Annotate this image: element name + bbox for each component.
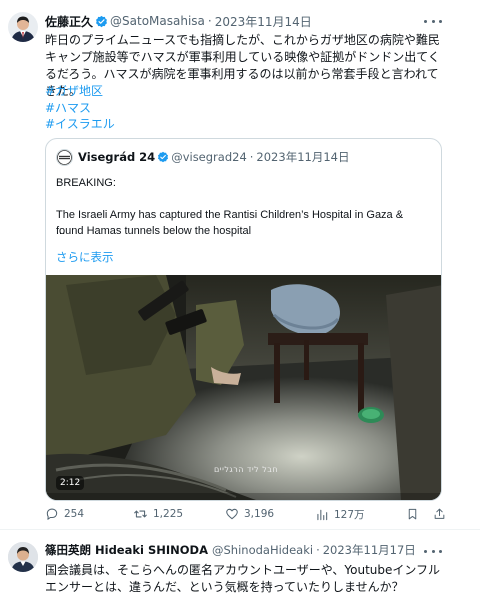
retweet-button[interactable]: 1,225 (133, 507, 183, 521)
retweet-icon (134, 510, 147, 518)
heart-icon (226, 508, 238, 520)
verified-badge-icon (95, 15, 108, 28)
quoted-author-avatar (56, 148, 73, 166)
quoted-tweet[interactable]: Visegrád 24 @visegrad24 · 2023年11月14日 BR… (45, 138, 442, 501)
bookmark-icon (408, 508, 417, 520)
action-bar: 254 1,225 3,196 127万 (45, 507, 445, 525)
quoted-tweet-text: BREAKING: The Israeli Army has captured … (56, 175, 431, 255)
like-count: 3,196 (244, 508, 275, 520)
video-player[interactable]: חבל ליד הרגליים 2:12 (46, 275, 441, 500)
reply-author-name[interactable]: 篠田英朗 Hideaki SHINODA (45, 542, 208, 558)
tweet-header: 佐藤正久 @SatoMasahisa · 2023年11月14日 (45, 12, 312, 30)
reply-tweet-header: 篠田英朗 Hideaki SHINODA @ShinodaHideaki · 2… (45, 542, 416, 558)
tweet-date[interactable]: 2023年11月14日 (215, 13, 312, 30)
quoted-breaking-label: BREAKING: (56, 177, 116, 189)
quoted-ellipsis-wrapper: ... (56, 223, 431, 239)
reply-icon (46, 508, 58, 520)
hashtag-list: #ガザ地区 #ハマス #イスラエル (45, 83, 115, 133)
quoted-author-name: Visegrád 24 (78, 150, 156, 164)
views-chart-icon (317, 509, 328, 520)
tweet: 佐藤正久 @SatoMasahisa · 2023年11月14日 昨日のプライム… (0, 0, 480, 530)
quoted-header-separator: · (249, 150, 254, 164)
reply-tweet: 篠田英朗 Hideaki SHINODA @ShinodaHideaki · 2… (0, 531, 480, 600)
author-avatar[interactable] (8, 12, 38, 42)
reply-more-options-icon[interactable] (424, 544, 442, 558)
quoted-author-handle: @visegrad24 (171, 150, 247, 164)
view-count: 127万 (334, 509, 365, 521)
quoted-verified-badge-icon (157, 151, 169, 163)
reply-tweet-text: 国会議員は、そこらへんの匿名アカウントユーザーや、Youtubeインフルエンサー… (45, 563, 441, 594)
quoted-tweet-date: 2023年11月14日 (256, 150, 350, 164)
video-duration-badge: 2:12 (56, 476, 85, 490)
quoted-tweet-header: Visegrád 24 @visegrad24 · 2023年11月14日 (56, 148, 350, 166)
retweet-count: 1,225 (153, 508, 184, 520)
show-more-link[interactable]: さらに表示 (56, 249, 114, 265)
author-handle[interactable]: @SatoMasahisa (110, 14, 205, 28)
reply-tweet-date[interactable]: 2023年11月17日 (323, 542, 416, 558)
hashtag-hamas[interactable]: #ハマス (45, 100, 115, 117)
reply-header-separator: · (316, 543, 320, 557)
reply-count: 254 (64, 508, 85, 520)
reply-author-avatar[interactable] (8, 542, 38, 572)
views-button[interactable]: 127万 (315, 507, 365, 522)
share-icon (434, 508, 445, 519)
bookmark-button[interactable] (406, 507, 424, 521)
video-caption: חבל ליד הרגליים (214, 465, 279, 474)
author-name[interactable]: 佐藤正久 (45, 13, 93, 30)
reply-author-handle[interactable]: @ShinodaHideaki (212, 543, 313, 557)
header-separator: · (207, 14, 212, 28)
hashtag-gaza[interactable]: #ガザ地区 (45, 83, 115, 100)
share-button[interactable] (433, 507, 451, 521)
more-options-icon[interactable] (424, 14, 442, 28)
quoted-ellipsis: ... (56, 225, 66, 237)
hashtag-israel[interactable]: #イスラエル (45, 116, 115, 133)
reply-button[interactable]: 254 (45, 507, 84, 521)
like-button[interactable]: 3,196 (225, 507, 274, 521)
